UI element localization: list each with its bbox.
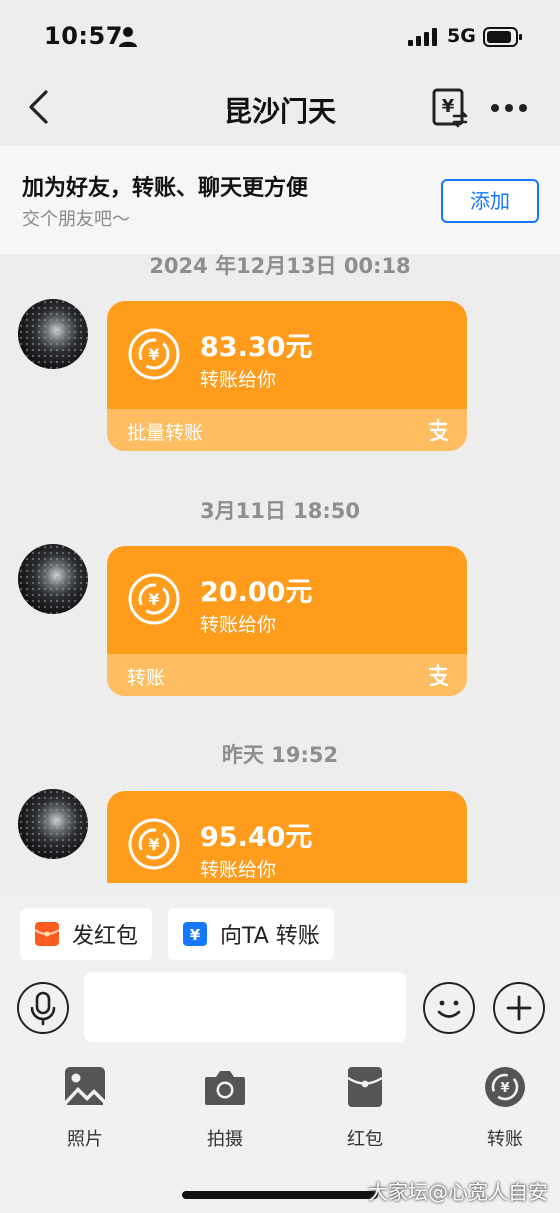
panel-label: 红包 bbox=[347, 1129, 383, 1150]
add-friend-button[interactable]: 添加 bbox=[441, 179, 539, 223]
red-packet-icon bbox=[347, 1067, 383, 1107]
network-label: 5G bbox=[447, 25, 476, 47]
message-timestamp: 2024 年12月13日 00:18 bbox=[149, 254, 411, 278]
photo-icon bbox=[65, 1067, 105, 1107]
battery-icon bbox=[483, 27, 522, 47]
plus-button[interactable] bbox=[493, 982, 545, 1034]
panel-item-camera[interactable]: 拍摄 bbox=[175, 1065, 275, 1151]
transfer-type: 转账 bbox=[127, 667, 166, 689]
transfer-card[interactable]: ¥ 95.40元 转账给你 bbox=[107, 791, 467, 883]
microphone-icon bbox=[30, 991, 56, 1026]
message-input[interactable] bbox=[84, 972, 406, 1042]
transfer-to-ta-button[interactable]: ¥ 向TA 转账 bbox=[168, 908, 334, 960]
yuan-coin-icon: ¥ bbox=[128, 573, 180, 625]
transfer-card[interactable]: ¥ 83.30元 转账给你 批量转账 bbox=[107, 301, 467, 451]
person-icon bbox=[119, 27, 137, 47]
message-input-row bbox=[0, 965, 560, 1051]
page-title: 昆沙门天 bbox=[223, 95, 336, 128]
svg-text:¥: ¥ bbox=[148, 590, 159, 609]
transfer-footer: 转账 bbox=[107, 654, 467, 696]
transfer-amount: 20.00元 bbox=[200, 577, 313, 608]
yuan-transfer-icon[interactable]: ¥ bbox=[432, 88, 470, 128]
svg-text:¥: ¥ bbox=[148, 345, 159, 364]
plus-icon bbox=[506, 995, 532, 1021]
emoji-button[interactable] bbox=[423, 982, 475, 1034]
alipay-icon bbox=[428, 663, 449, 687]
transfer-amount: 95.40元 bbox=[200, 822, 313, 853]
transfer-amount: 83.30元 bbox=[200, 332, 313, 363]
alipay-icon bbox=[428, 418, 449, 442]
send-red-envelope-button[interactable]: 发红包 bbox=[20, 908, 153, 960]
svg-text:¥: ¥ bbox=[442, 96, 455, 117]
nav-bar: 昆沙门天 ¥ bbox=[0, 72, 560, 144]
transfer-coin-icon: ¥ bbox=[485, 1067, 525, 1107]
transfer-desc: 转账给你 bbox=[200, 859, 277, 881]
quick-action-label: 向TA 转账 bbox=[220, 924, 320, 949]
home-indicator bbox=[182, 1191, 378, 1199]
avatar[interactable] bbox=[18, 299, 88, 369]
watermark: 大家坛@心宽人自安 bbox=[368, 1180, 548, 1204]
panel-label: 拍摄 bbox=[207, 1129, 243, 1150]
add-friend-banner: 加为好友，转账、聊天更方便 交个朋友吧～ 添加 bbox=[0, 146, 560, 254]
voice-button[interactable] bbox=[17, 982, 69, 1034]
panel-item-photo[interactable]: 照片 bbox=[35, 1065, 135, 1151]
more-icon[interactable] bbox=[489, 96, 529, 120]
panel-item-red-packet[interactable]: 红包 bbox=[315, 1065, 415, 1151]
transfer-footer: 批量转账 bbox=[107, 409, 467, 451]
transfer-card[interactable]: ¥ 20.00元 转账给你 转账 bbox=[107, 546, 467, 696]
svg-text:¥: ¥ bbox=[148, 835, 159, 854]
svg-text:¥: ¥ bbox=[190, 926, 201, 944]
red-envelope-icon bbox=[34, 922, 60, 946]
panel-item-transfer[interactable]: ¥ 转账 bbox=[455, 1065, 555, 1151]
smiley-icon bbox=[437, 1000, 461, 1018]
banner-subtitle: 交个朋友吧～ bbox=[22, 209, 130, 230]
panel-label: 转账 bbox=[487, 1129, 523, 1150]
message-timestamp: 昨天 19:52 bbox=[221, 743, 339, 767]
banner-title: 加为好友，转账、聊天更方便 bbox=[22, 176, 309, 201]
avatar[interactable] bbox=[18, 789, 88, 859]
signal-icon bbox=[408, 28, 437, 46]
camera-icon bbox=[205, 1071, 245, 1105]
svg-text:¥: ¥ bbox=[500, 1081, 509, 1096]
avatar[interactable] bbox=[18, 544, 88, 614]
transfer-icon: ¥ bbox=[183, 922, 207, 946]
panel-label: 照片 bbox=[67, 1129, 103, 1150]
quick-action-label: 发红包 bbox=[72, 924, 139, 949]
yuan-coin-icon: ¥ bbox=[128, 818, 180, 870]
transfer-type: 批量转账 bbox=[127, 422, 204, 444]
message-timestamp: 3月11日 18:50 bbox=[200, 499, 360, 523]
transfer-desc: 转账给你 bbox=[200, 614, 277, 636]
status-bar: 10:57 5G bbox=[0, 0, 560, 72]
yuan-coin-icon: ¥ bbox=[128, 328, 180, 380]
transfer-desc: 转账给你 bbox=[200, 369, 277, 391]
status-time: 10:57 bbox=[44, 22, 123, 50]
